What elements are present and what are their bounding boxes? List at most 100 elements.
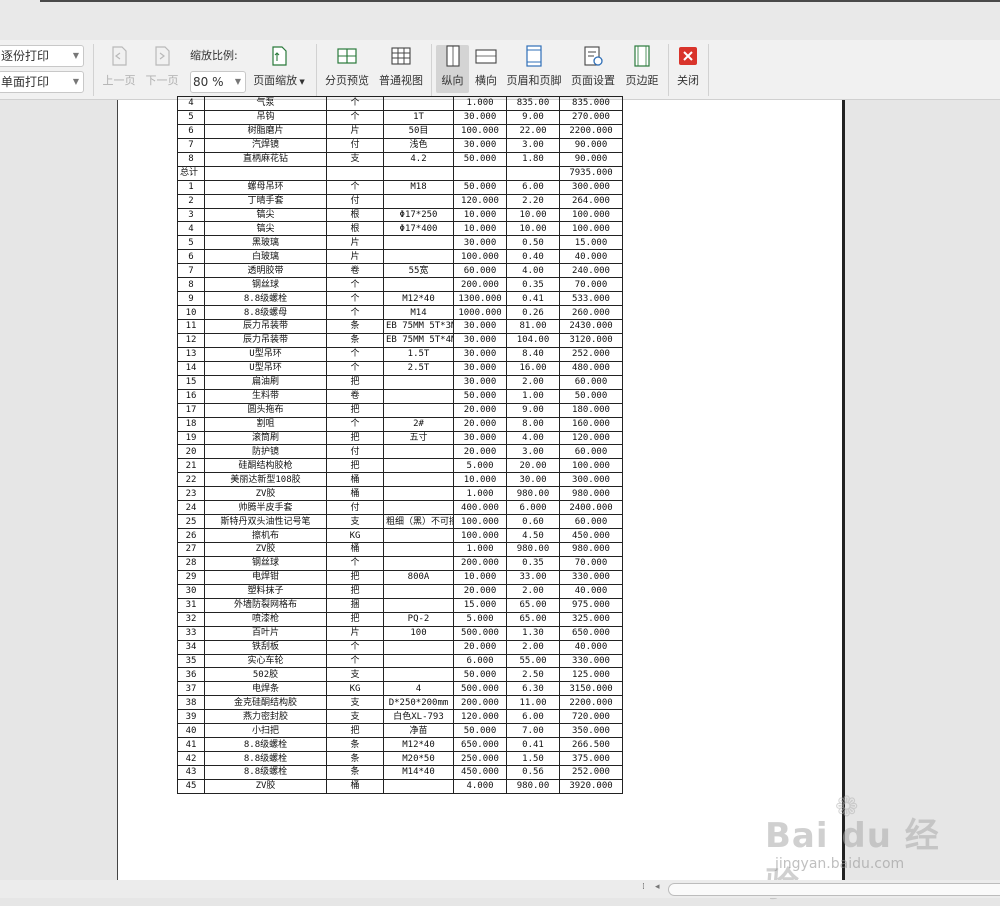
page-break-preview-label: 分页预览	[325, 74, 369, 87]
unit-price-cell: 3.00	[506, 444, 560, 460]
spec-cell: 50目	[383, 123, 454, 139]
zoom-select[interactable]: 80 % ▼	[190, 71, 246, 93]
unit-price-cell: 980.00	[506, 542, 560, 557]
amount-cell: 300.000	[559, 472, 623, 488]
row-number-cell: 24	[177, 500, 205, 516]
amount-cell: 720.000	[559, 709, 623, 725]
item-name-cell: 螺母吊环	[204, 179, 327, 195]
item-name-cell: 8.8级螺母	[204, 305, 327, 320]
prev-page-button[interactable]: 上一页	[99, 45, 139, 93]
next-page-button[interactable]: 下一页	[142, 45, 182, 93]
amount-cell: 330.000	[559, 653, 623, 669]
quantity-cell: 30.000	[453, 360, 507, 376]
normal-view-button[interactable]: 普通视图	[376, 45, 426, 93]
quantity-cell: 6.000	[453, 653, 507, 669]
spec-cell: 1T	[383, 109, 454, 125]
unit-price-cell: 6.00	[506, 709, 560, 725]
item-name-cell: 擦机布	[204, 528, 327, 543]
amount-cell: 533.000	[559, 291, 623, 307]
table-row: 4 气泵个 1.000 835.00 835.000	[177, 96, 623, 111]
amount-cell: 480.000	[559, 360, 623, 376]
row-number-cell: 17	[177, 402, 205, 418]
table-row: 9 8.8级螺栓个 M12*40 1300.000 0.41 533.000	[177, 291, 623, 307]
prev-page-icon	[108, 45, 130, 67]
page-zoom-button[interactable]: 页面缩放 ▼	[250, 45, 308, 93]
unit-price-cell: 10.00	[506, 221, 560, 237]
unit-price-cell: 20.00	[506, 458, 560, 474]
spec-cell: M18	[383, 179, 454, 195]
scroll-left-icon[interactable]: ◂	[655, 882, 660, 892]
spec-cell: M14*40	[383, 765, 454, 780]
unit-price-cell: 1.50	[506, 751, 560, 766]
spec-cell: 净苗	[383, 723, 454, 739]
row-number-cell: 5	[177, 235, 205, 251]
unit-cell: 个	[326, 639, 384, 655]
table-row: 34 铁刮板个 20.000 2.00 40.000	[177, 639, 623, 655]
item-name-cell: 割咀	[204, 416, 327, 432]
spec-cell: 55宽	[383, 263, 454, 279]
page-break-preview-button[interactable]: 分页预览	[322, 45, 372, 93]
unit-price-cell: 65.00	[506, 611, 560, 627]
close-button[interactable]: 关闭	[674, 45, 702, 93]
item-name-cell: ZV胶	[204, 542, 327, 557]
table-row: 19 滚筒刷把五寸 30.000 4.00 120.000	[177, 430, 623, 446]
quantity-cell: 500.000	[453, 625, 507, 641]
quantity-cell: 200.000	[453, 555, 507, 571]
table-row: 5 吊钩个 1T 30.000 9.00 270.000	[177, 109, 623, 125]
page-margins-button[interactable]: 页边距	[622, 45, 662, 93]
row-number-cell: 8	[177, 151, 205, 167]
spec-cell: 800A	[383, 569, 454, 585]
item-name-cell: 502胶	[204, 667, 327, 683]
row-number-cell: 27	[177, 542, 205, 557]
item-name-cell: 生料带	[204, 388, 327, 404]
horizontal-scrollbar[interactable]	[668, 883, 1000, 896]
item-name-cell: 圆头拖布	[204, 402, 327, 418]
spec-cell: 2#	[383, 416, 454, 432]
quantity-cell: 30.000	[453, 430, 507, 446]
close-icon	[679, 47, 697, 65]
item-name-cell: 辰力吊装带	[204, 319, 327, 334]
unit-cell: 把	[326, 569, 384, 585]
item-name-cell: ZV胶	[204, 486, 327, 502]
spec-cell	[383, 374, 454, 390]
table-row: 23 ZV胶桶 1.000 980.00 980.000	[177, 486, 623, 502]
amount-cell: 70.000	[559, 555, 623, 571]
data-table: 4 气泵个 1.000 835.00 835.000 5 吊钩个 1T 30.000 9.00 27…	[177, 96, 623, 794]
amount-cell: 50.000	[559, 388, 623, 404]
unit-price-cell: 8.40	[506, 346, 560, 362]
amount-cell: 325.000	[559, 611, 623, 627]
row-number-cell: 28	[177, 555, 205, 571]
unit-price-cell: 0.41	[506, 737, 560, 753]
amount-cell: 264.000	[559, 193, 623, 209]
simplex-print-select[interactable]: 单面打印 ▼	[0, 71, 84, 93]
spec-cell	[383, 402, 454, 418]
table-row: 27 ZV胶桶 1.000 980.00 980.000	[177, 542, 623, 557]
landscape-button[interactable]: 横向	[471, 45, 501, 93]
print-preview-toolbar: 逐份打印 ▼ 单面打印 ▼ 上一页 下一页 缩放比例: 80 % ▼ 页面缩放 …	[0, 40, 1000, 100]
table-row: 5 黑玻璃片 30.000 0.50 15.000	[177, 235, 623, 251]
quantity-cell: 50.000	[453, 151, 507, 167]
row-number-cell: 36	[177, 667, 205, 683]
collate-print-select[interactable]: 逐份打印 ▼	[0, 45, 84, 67]
spec-cell	[383, 277, 454, 293]
amount-cell: 2200.000	[559, 123, 623, 139]
amount-cell: 835.000	[559, 96, 623, 111]
table-row: 7 透明胶带卷 55宽 60.000 4.00 240.000	[177, 263, 623, 279]
quantity-cell: 120.000	[453, 193, 507, 209]
header-footer-button[interactable]: 页眉和页脚	[504, 45, 564, 93]
portrait-button[interactable]: 纵向	[436, 45, 469, 93]
unit-cell: 桶	[326, 542, 384, 557]
unit-price-cell: 0.35	[506, 277, 560, 293]
page-setup-button[interactable]: 页面设置	[568, 45, 618, 93]
item-name-cell: 铁刮板	[204, 639, 327, 655]
amount-cell: 100.000	[559, 458, 623, 474]
unit-cell: 付	[326, 137, 384, 153]
unit-price-cell: 8.00	[506, 416, 560, 432]
quantity-cell: 20.000	[453, 639, 507, 655]
unit-cell: 条	[326, 737, 384, 753]
unit-cell: 个	[326, 346, 384, 362]
row-number-cell: 39	[177, 709, 205, 725]
spec-cell: Φ17*250	[383, 207, 454, 223]
unit-price-cell: 65.00	[506, 597, 560, 613]
spec-cell: EB 75MM 5T*3M	[383, 319, 454, 334]
